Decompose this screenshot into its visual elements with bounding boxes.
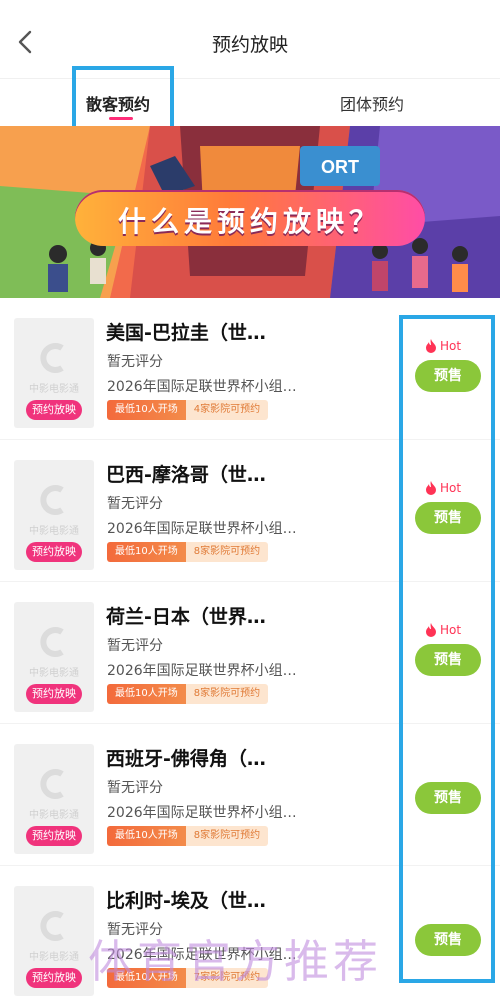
movie-title: 巴西-摩洛哥（世… (106, 464, 266, 486)
cinema-logo-icon (40, 627, 64, 657)
movie-title: 美国-巴拉圭（世… (106, 322, 266, 344)
min-audience-badge: 最低10人开场 (107, 684, 186, 704)
poster-tag: 预约放映 (26, 826, 82, 846)
cinema-count-badge: 8家影院可预约 (185, 826, 269, 846)
poster-tag: 预约放映 (26, 968, 82, 988)
poster-placeholder: 中影电影通 预约放映 (14, 602, 94, 712)
movie-title: 西班牙-佛得角（… (106, 748, 266, 770)
cinema-count-badge: 8家影院可预约 (185, 542, 269, 562)
cinema-logo-icon (40, 769, 64, 799)
poster-tag: 预约放映 (26, 542, 82, 562)
badge-group: 最低10人开场 4家影院可预约 (107, 400, 269, 420)
movie-rating: 暂无评分 (107, 354, 163, 370)
watermark: 体育官方推荐 (88, 935, 383, 988)
tab-group[interactable]: 团体预约 (340, 91, 404, 115)
movie-description: 2026年国际足联世界杯小组… (107, 521, 297, 537)
badge-group: 最低10人开场 8家影院可预约 (107, 684, 269, 704)
movie-description: 2026年国际足联世界杯小组… (107, 379, 297, 395)
button-column-highlight-box (399, 315, 495, 983)
cinema-logo-icon (40, 343, 64, 373)
banner[interactable]: ORT 什么是预约放映？ (0, 126, 500, 298)
poster-placeholder: 中影电影通 预约放映 (14, 886, 94, 996)
poster-tag: 预约放映 (26, 684, 82, 704)
movie-rating: 暂无评分 (107, 780, 163, 796)
movie-description: 2026年国际足联世界杯小组… (107, 805, 297, 821)
poster-caption: 中影电影通 (29, 810, 79, 821)
poster-tag: 预约放映 (26, 400, 82, 420)
min-audience-badge: 最低10人开场 (107, 542, 186, 562)
cinema-logo-icon (40, 485, 64, 515)
movie-description: 2026年国际足联世界杯小组… (107, 663, 297, 679)
movie-title: 比利时-埃及（世… (106, 890, 266, 912)
cinema-count-badge: 8家影院可预约 (185, 684, 269, 704)
cinema-count-badge: 4家影院可预约 (185, 400, 269, 420)
banner-headline: 什么是预约放映？ (117, 205, 382, 238)
poster-caption: 中影电影通 (29, 384, 79, 395)
svg-text:ORT: ORT (321, 157, 359, 177)
movie-rating: 暂无评分 (107, 496, 163, 512)
min-audience-badge: 最低10人开场 (107, 826, 186, 846)
badge-group: 最低10人开场 8家影院可预约 (107, 542, 269, 562)
poster-caption: 中影电影通 (29, 952, 79, 963)
cinema-logo-icon (40, 911, 64, 941)
poster-placeholder: 中影电影通 预约放映 (14, 744, 94, 854)
badge-group: 最低10人开场 8家影院可预约 (107, 826, 269, 846)
poster-caption: 中影电影通 (29, 668, 79, 679)
poster-caption: 中影电影通 (29, 526, 79, 537)
movie-rating: 暂无评分 (107, 638, 163, 654)
poster-placeholder: 中影电影通 预约放映 (14, 460, 94, 570)
min-audience-badge: 最低10人开场 (107, 400, 186, 420)
page-title: 预约放映 (211, 34, 288, 56)
poster-placeholder: 中影电影通 预约放映 (14, 318, 94, 428)
movie-title: 荷兰-日本（世界… (106, 606, 266, 628)
